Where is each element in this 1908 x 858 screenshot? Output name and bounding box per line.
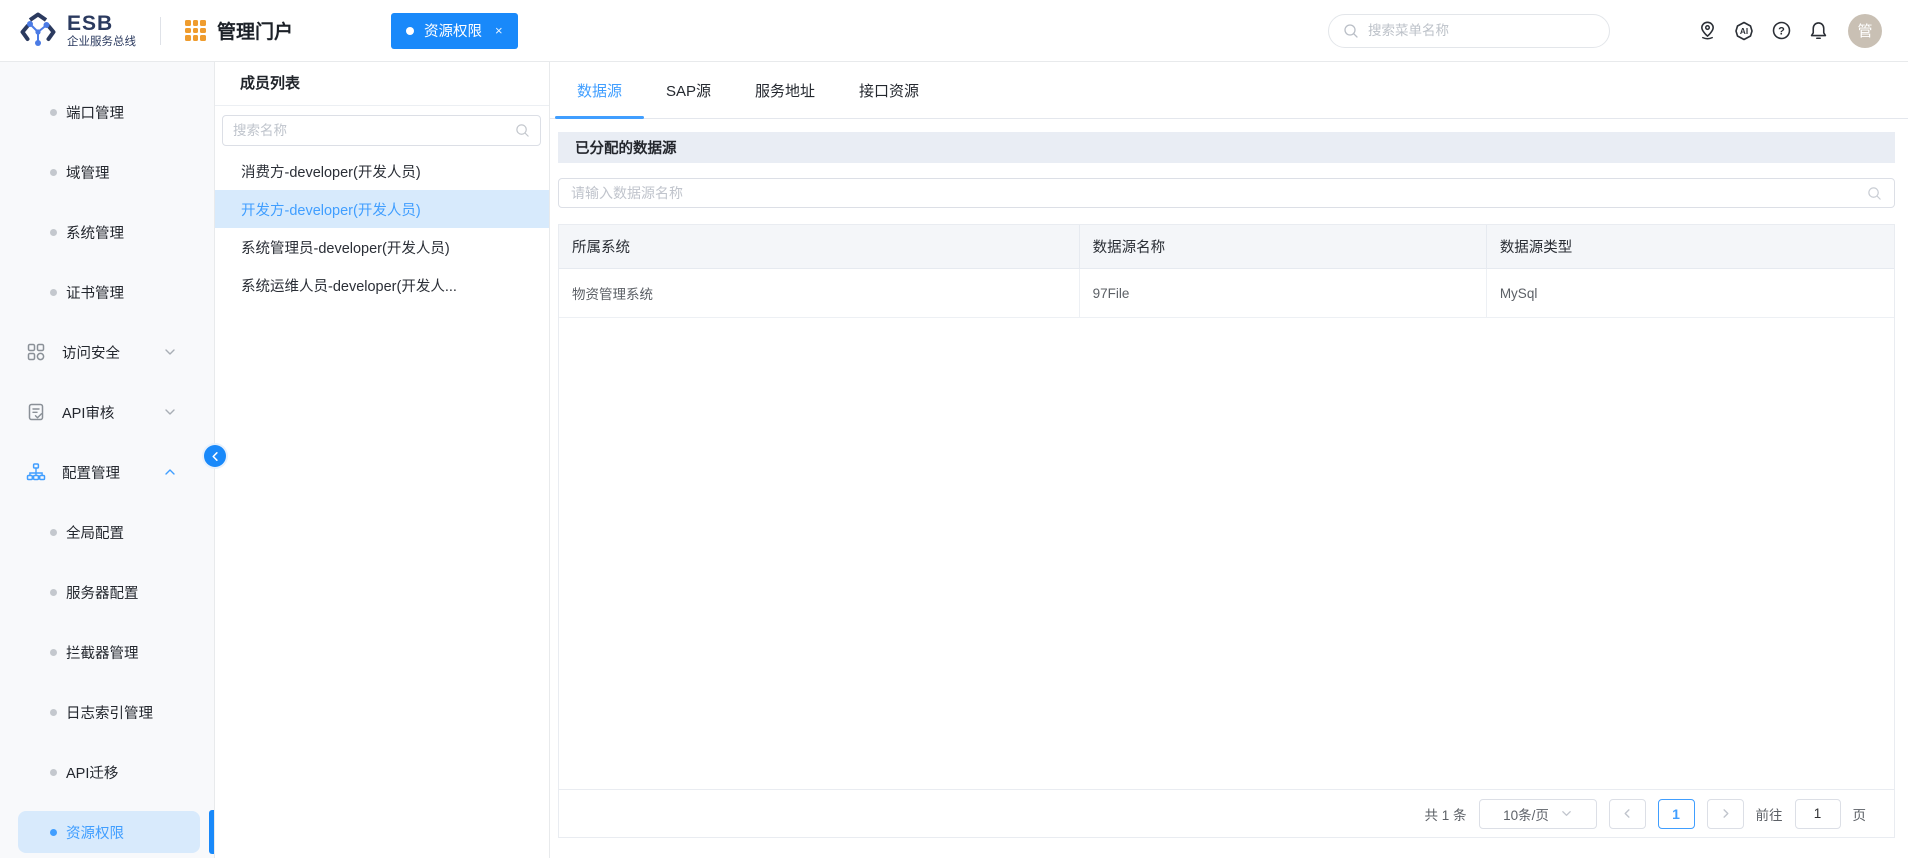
resource-tabs: 数据源 SAP源 服务地址 接口资源	[550, 62, 1908, 119]
sidebar-item-port-management[interactable]: 端口管理	[0, 82, 214, 142]
member-search-box[interactable]	[222, 115, 541, 146]
member-item-sysadmin[interactable]: 系统管理员-developer(开发人员)	[215, 228, 549, 266]
table-row[interactable]: 物资管理系统 97File MySql	[559, 269, 1894, 318]
next-page-button[interactable]	[1707, 799, 1744, 829]
esb-logo-icon	[18, 11, 58, 51]
sitemap-icon	[26, 462, 46, 482]
bullet-icon	[50, 769, 57, 776]
bullet-icon	[50, 289, 57, 296]
logo-subtitle: 企业服务总线	[67, 35, 136, 49]
sidebar-item-certificate-management[interactable]: 证书管理	[0, 262, 214, 322]
cell-name: 97File	[1080, 269, 1487, 317]
header-divider	[160, 17, 161, 45]
column-header-name: 数据源名称	[1080, 225, 1487, 268]
tab-sap-source[interactable]: SAP源	[644, 62, 733, 118]
chevron-down-icon	[164, 406, 176, 418]
page-number-button[interactable]: 1	[1658, 799, 1695, 829]
page-unit-label: 页	[1853, 804, 1867, 824]
goto-label: 前往	[1756, 804, 1783, 824]
app-window: ESB 企业服务总线 管理门户 资源权限 ×	[0, 0, 1908, 858]
sidebar-item-domain-management[interactable]: 域管理	[0, 142, 214, 202]
ai-assistant-icon[interactable]: AI	[1733, 20, 1755, 42]
chevron-left-icon	[210, 451, 221, 462]
bullet-icon	[50, 529, 57, 536]
datasource-table: 所属系统 数据源名称 数据源类型 物资管理系统 97File MySql 共 1…	[558, 224, 1895, 838]
page-size-select[interactable]: 10条/页	[1479, 799, 1597, 829]
sidebar-group-config-management[interactable]: 配置管理	[0, 442, 214, 502]
search-icon	[515, 123, 530, 138]
tab-close-icon[interactable]: ×	[495, 23, 503, 38]
member-item-developer[interactable]: 开发方-developer(开发人员)	[215, 190, 549, 228]
chevron-right-icon	[1720, 808, 1731, 819]
datasource-search-box[interactable]	[558, 178, 1895, 208]
bullet-icon	[50, 169, 57, 176]
pagination-total: 共 1 条	[1424, 804, 1466, 824]
sidebar-item-system-management[interactable]: 系统管理	[0, 202, 214, 262]
sidebar-collapse-button[interactable]	[204, 445, 226, 467]
portal-label: 管理门户	[217, 17, 293, 44]
bullet-icon	[50, 829, 57, 836]
tab-service-address[interactable]: 服务地址	[733, 62, 837, 118]
tab-interface-resource[interactable]: 接口资源	[837, 62, 941, 118]
sidebar-group-access-security[interactable]: 访问安全	[0, 322, 214, 382]
table-header-row: 所属系统 数据源名称 数据源类型	[559, 225, 1894, 269]
portal-menu-button[interactable]: 管理门户	[185, 17, 293, 44]
svg-text:?: ?	[1778, 25, 1785, 37]
bullet-icon	[50, 649, 57, 656]
bullet-icon	[50, 109, 57, 116]
sidebar-item-global-config[interactable]: 全局配置	[0, 502, 214, 562]
menu-search-input[interactable]	[1368, 23, 1595, 38]
bullet-icon	[50, 229, 57, 236]
member-item-ops[interactable]: 系统运维人员-developer(开发人...	[215, 266, 549, 304]
sidebar-item-resource-permission[interactable]: 资源权限	[0, 802, 214, 858]
left-nav-sidebar: 端口管理 域管理 系统管理 证书管理 访问安全	[0, 62, 215, 858]
cell-type: MySql	[1487, 269, 1894, 317]
chevron-down-icon	[164, 346, 176, 358]
svg-text:AI: AI	[1740, 27, 1748, 36]
top-header: ESB 企业服务总线 管理门户 资源权限 ×	[0, 0, 1908, 62]
column-header-system: 所属系统	[559, 225, 1080, 268]
member-list-panel: 成员列表 消费方-developer(开发人员) 开发方-developer(开…	[215, 62, 550, 858]
chevron-up-icon	[164, 466, 176, 478]
sidebar-item-interceptor-management[interactable]: 拦截器管理	[0, 622, 214, 682]
member-list-title: 成员列表	[215, 62, 549, 106]
notification-bell-icon[interactable]	[1807, 20, 1829, 42]
tab-label: 资源权限	[424, 20, 482, 41]
table-empty-area	[559, 318, 1894, 789]
location-icon[interactable]	[1696, 20, 1718, 42]
section-title: 已分配的数据源	[558, 132, 1895, 163]
esb-logo: ESB 企业服务总线	[18, 11, 136, 51]
sidebar-item-log-index-management[interactable]: 日志索引管理	[0, 682, 214, 742]
sidebar-item-server-config[interactable]: 服务器配置	[0, 562, 214, 622]
user-avatar[interactable]: 管	[1848, 14, 1882, 48]
main-content: 数据源 SAP源 服务地址 接口资源 已分配的数据源 所属系统 数据源名称 数据…	[550, 62, 1908, 858]
prev-page-button[interactable]	[1609, 799, 1646, 829]
chevron-left-icon	[1622, 808, 1633, 819]
member-list: 消费方-developer(开发人员) 开发方-developer(开发人员) …	[215, 152, 549, 304]
apps-grid-icon	[185, 20, 206, 41]
sidebar-group-api-audit[interactable]: API审核	[0, 382, 214, 442]
tab-datasource[interactable]: 数据源	[555, 62, 644, 118]
pagination-bar: 共 1 条 10条/页 1	[559, 789, 1894, 837]
search-icon	[1867, 186, 1882, 201]
goto-page-input[interactable]	[1795, 799, 1841, 829]
search-icon	[1343, 23, 1359, 39]
grid-icon	[26, 342, 46, 362]
logo-title: ESB	[67, 13, 136, 35]
column-header-type: 数据源类型	[1487, 225, 1894, 268]
datasource-search-input[interactable]	[571, 185, 1867, 201]
menu-search-box[interactable]	[1328, 14, 1610, 48]
chevron-down-icon	[1561, 808, 1572, 819]
open-page-tab[interactable]: 资源权限 ×	[391, 13, 518, 49]
bullet-icon	[50, 589, 57, 596]
member-item-consumer[interactable]: 消费方-developer(开发人员)	[215, 152, 549, 190]
tab-active-dot	[406, 27, 414, 35]
cell-system: 物资管理系统	[559, 269, 1080, 317]
sidebar-item-api-migration[interactable]: API迁移	[0, 742, 214, 802]
help-icon[interactable]: ?	[1770, 20, 1792, 42]
audit-doc-icon	[26, 402, 46, 422]
member-search-input[interactable]	[233, 123, 515, 138]
bullet-icon	[50, 709, 57, 716]
